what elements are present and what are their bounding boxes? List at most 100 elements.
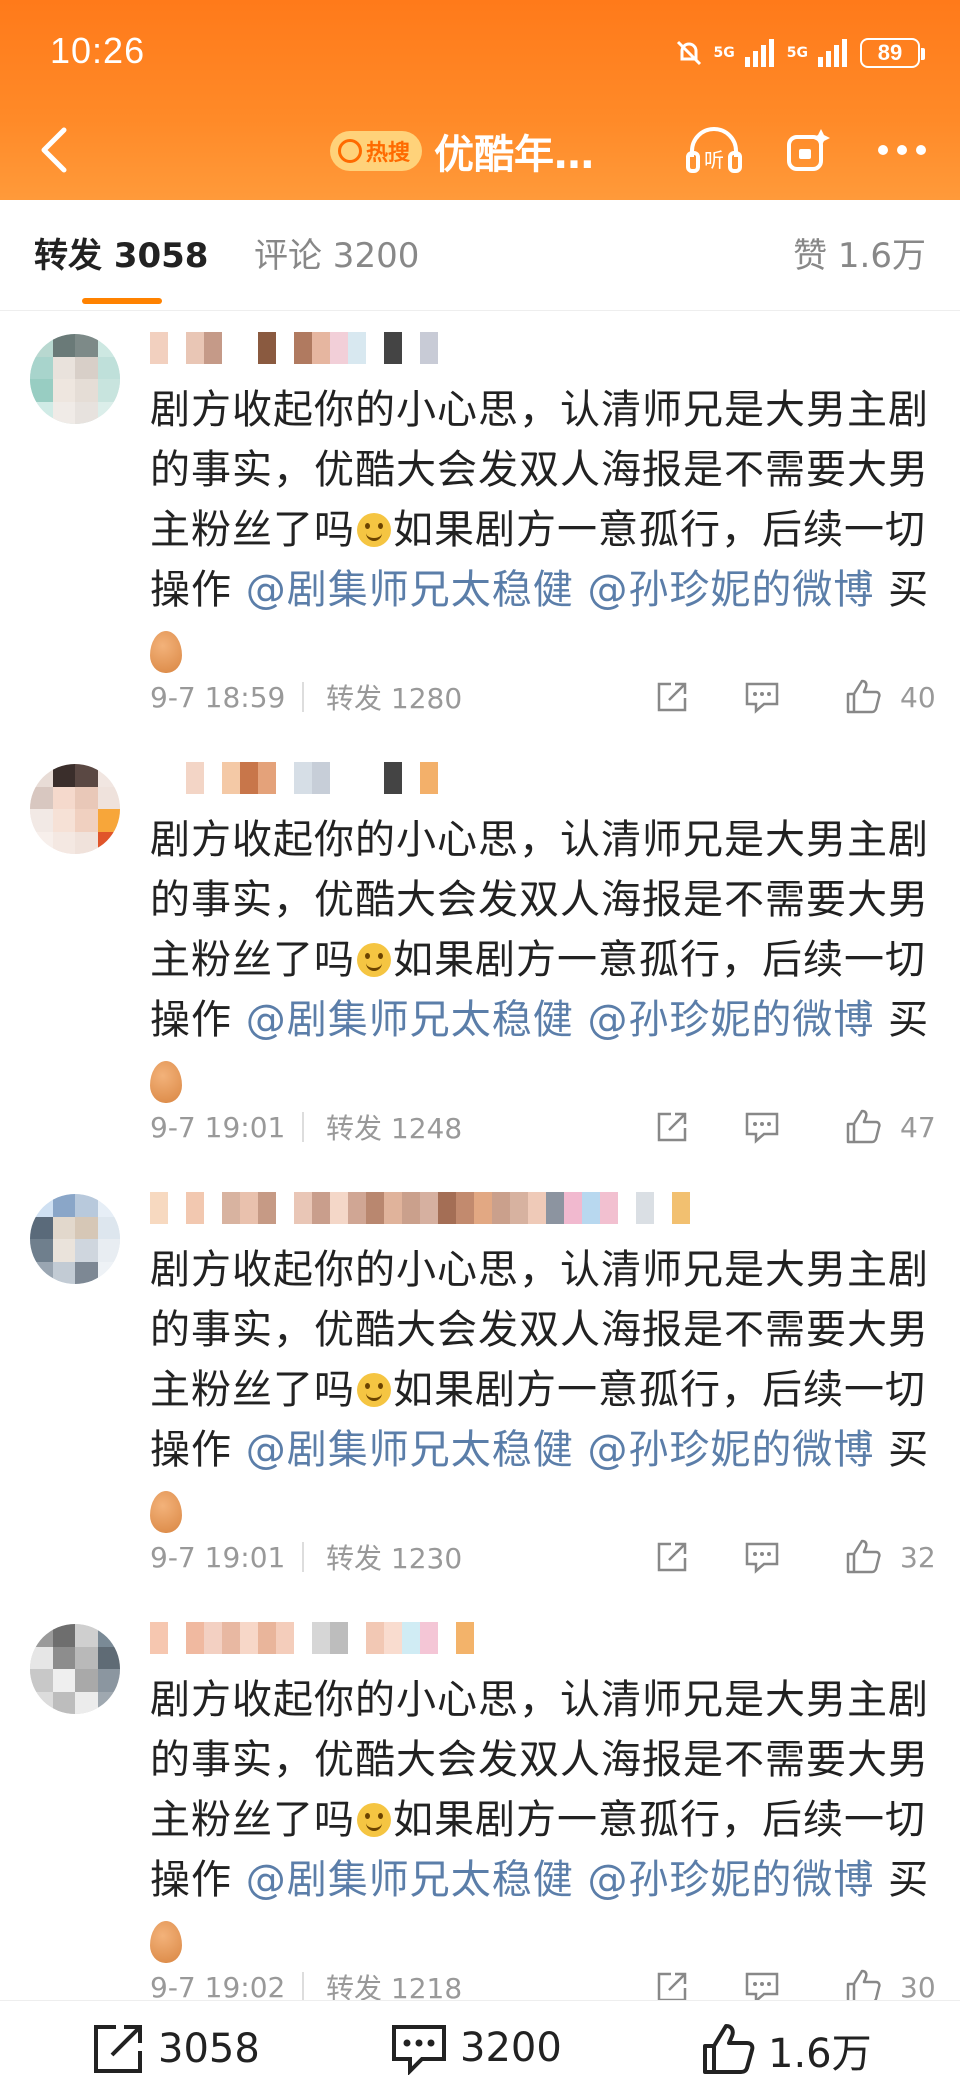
share-icon [657, 1112, 687, 1142]
bottom-comment-button[interactable]: 3200 [390, 2021, 562, 2075]
listen-button[interactable]: 听 [686, 122, 742, 178]
share-button[interactable] [642, 1540, 702, 1574]
bottom-repost-count: 3058 [158, 2026, 260, 2072]
bottom-like-count: 1.6万 [768, 2031, 872, 2077]
username-redacted[interactable] [150, 332, 438, 364]
header: 10:26 5G 5G 89 热搜 优酷年… 听 [0, 0, 960, 200]
hot-badge-label: 热搜 [366, 141, 411, 166]
thumb-up-icon [846, 1539, 881, 1574]
comment-icon [745, 1542, 779, 1574]
comment-icon [745, 1112, 779, 1144]
tab-comments[interactable]: 评论 3200 [254, 228, 419, 277]
nav-bar: 热搜 优酷年… 听 [0, 110, 960, 190]
nav-icons: 听 [686, 122, 930, 178]
page-title: 优酷年… [434, 132, 595, 178]
repost-meta: 9-7 19:01 转发 1230 32 [150, 1537, 940, 1577]
divider [302, 1972, 304, 2002]
username-redacted[interactable] [150, 1622, 474, 1654]
repost-count: 转发 1248 [326, 1112, 463, 1145]
repost-time: 9-7 18:59 [150, 680, 286, 714]
divider [302, 682, 304, 712]
smile-emoji-icon [357, 943, 391, 977]
share-button[interactable] [642, 680, 702, 714]
bottom-repost-button[interactable]: 3058 [90, 2021, 260, 2077]
mention-link[interactable]: @孙珍妮的微博 [587, 1427, 874, 1473]
avatar[interactable] [30, 334, 120, 424]
camera-sparkle-icon [787, 129, 830, 171]
tab-likes[interactable]: 赞 1.6万 [793, 228, 926, 277]
signal-icon [818, 39, 847, 67]
share-icon [657, 1542, 687, 1572]
repost-text-part: 买 [874, 997, 930, 1043]
active-tab-underline [82, 298, 162, 304]
more-button[interactable] [874, 122, 930, 178]
listen-icon: 听 [686, 127, 742, 173]
repost-time: 9-7 19:02 [150, 1970, 286, 2004]
divider [302, 1112, 304, 1142]
mention-link[interactable]: @剧集师兄太稳健 [246, 997, 574, 1043]
comment-button[interactable] [732, 680, 792, 714]
mention-link[interactable]: @孙珍妮的微博 [587, 1857, 874, 1903]
like-count: 32 [900, 1540, 936, 1574]
thumb-up-icon [846, 1109, 881, 1144]
mention-link[interactable]: @孙珍妮的微博 [587, 567, 874, 613]
egg-emoji-icon [150, 1921, 182, 1963]
smile-emoji-icon [357, 1803, 391, 1837]
signal-icon [744, 39, 774, 67]
mention-link[interactable]: @孙珍妮的微博 [587, 997, 874, 1043]
like-count: 40 [900, 680, 936, 714]
comment-button[interactable] [732, 1970, 792, 2004]
thumb-up-icon [703, 2024, 755, 2074]
mention-link[interactable]: @剧集师兄太稳健 [246, 567, 574, 613]
repost-time: 9-7 19:01 [150, 1110, 286, 1144]
avatar[interactable] [30, 1194, 120, 1284]
more-dots-icon [878, 145, 926, 155]
share-icon [657, 1972, 687, 2002]
tab-repost[interactable]: 转发 3058 [34, 228, 208, 277]
egg-emoji-icon [150, 1061, 182, 1103]
username-redacted[interactable] [150, 762, 438, 794]
repost-text-part: 买 [874, 1427, 930, 1473]
comment-button[interactable] [732, 1110, 792, 1144]
search-icon [338, 139, 362, 163]
like-count: 30 [900, 1970, 936, 2004]
repost-count: 转发 1230 [326, 1542, 463, 1575]
like-button[interactable] [838, 1538, 888, 1576]
avatar[interactable] [30, 1624, 120, 1714]
status-time: 10:26 [50, 30, 146, 71]
smile-emoji-icon [357, 1373, 391, 1407]
camera-button[interactable] [780, 122, 836, 178]
bottom-action-bar: 3058 3200 1.6万 [0, 2000, 960, 2098]
avatar[interactable] [30, 764, 120, 854]
share-button[interactable] [642, 1110, 702, 1144]
bottom-comment-count: 3200 [460, 2025, 562, 2071]
comment-button[interactable] [732, 1540, 792, 1574]
back-arrow-icon [41, 127, 67, 173]
repost-text: 剧方收起你的小心思，认清师兄是大男主剧的事实，优酷大会发双人海报是不需要大男主粉… [150, 1240, 940, 1540]
bottom-like-button[interactable]: 1.6万 [700, 2021, 872, 2079]
share-icon [657, 682, 687, 712]
like-button[interactable] [838, 1108, 888, 1146]
like-button[interactable] [838, 678, 888, 716]
repost-count: 转发 1280 [326, 682, 463, 715]
mention-link[interactable]: @剧集师兄太稳健 [246, 1857, 574, 1903]
comment-icon [745, 1972, 779, 2004]
share-button[interactable] [642, 1970, 702, 2004]
hot-search-badge[interactable]: 热搜 [330, 131, 423, 171]
signal-1-label: 5G [713, 45, 735, 61]
repost-text: 剧方收起你的小心思，认清师兄是大男主剧的事实，优酷大会发双人海报是不需要大男主粉… [150, 1670, 940, 1970]
repost-actions: 32 [642, 1538, 940, 1576]
comment-icon [745, 682, 779, 714]
signal-2-label: 5G [786, 45, 808, 61]
title-wrap: 热搜 优酷年… [330, 122, 594, 180]
mute-bell-icon [676, 40, 701, 66]
divider [302, 1542, 304, 1572]
share-icon [94, 2025, 142, 2073]
repost-actions: 40 [642, 678, 940, 716]
mention-link[interactable]: @剧集师兄太稳健 [246, 1427, 574, 1473]
repost-actions: 47 [642, 1108, 940, 1146]
username-redacted[interactable] [150, 1192, 730, 1224]
back-button[interactable] [28, 120, 78, 180]
svg-text:听: 听 [704, 148, 724, 172]
tabs-panel: 转发 3058 评论 3200 赞 1.6万 [0, 200, 960, 311]
